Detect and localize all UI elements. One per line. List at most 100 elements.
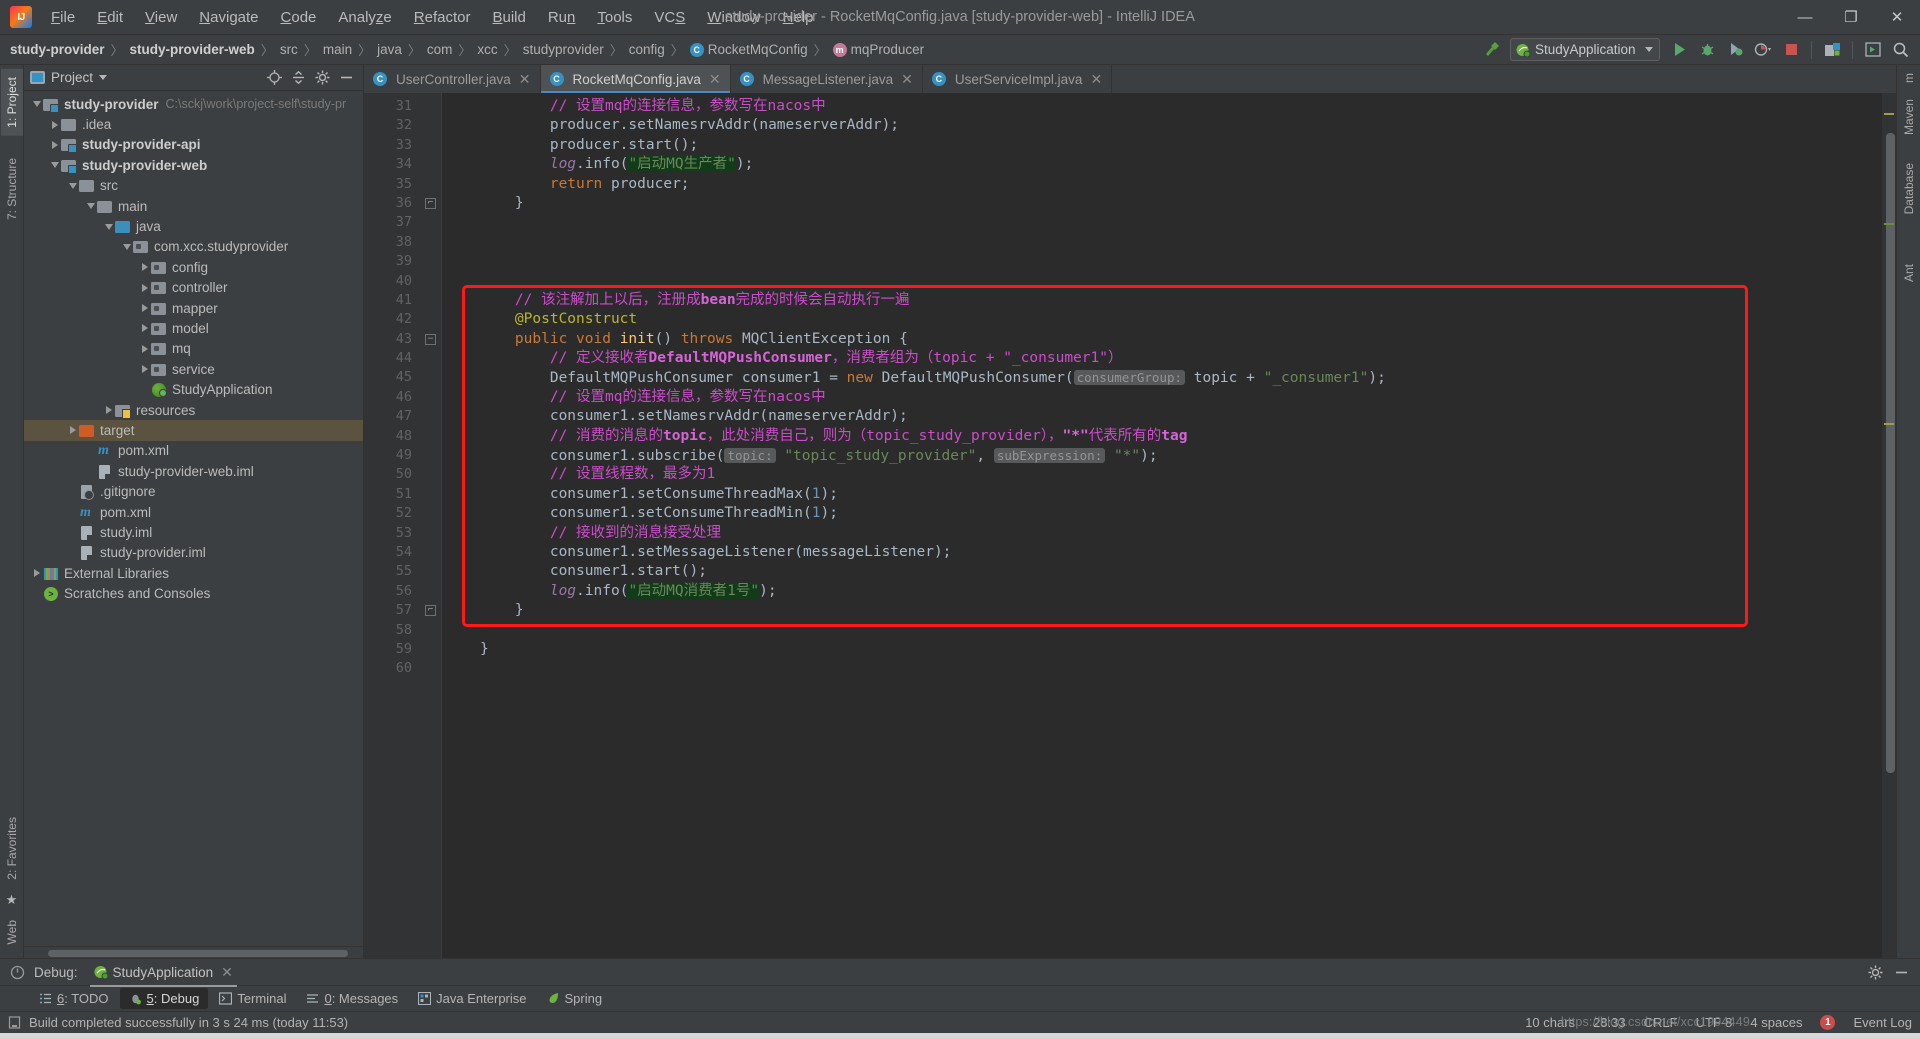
tree-item-mapper[interactable]: mapper [24, 298, 363, 318]
tree-down-arrow-icon[interactable] [66, 182, 79, 189]
code-line-45[interactable]: DefaultMQPushConsumer consumer1 = new De… [442, 368, 1882, 387]
event-log-button[interactable]: Event Log [1853, 1015, 1912, 1030]
code-line-46[interactable]: // 设置mq的连接信息，参数写在nacos中 [442, 388, 1882, 407]
line-number-50[interactable]: 50 [364, 465, 442, 484]
line-number-56[interactable]: 56 [364, 582, 442, 601]
code-fold-icon[interactable]: − [425, 333, 436, 345]
hide-panel-icon[interactable] [335, 67, 357, 89]
tool-button-database[interactable]: Database [1898, 155, 1920, 222]
editor-gutter[interactable]: 31 32 33 34 35 36 ⌐ 37 38 39 40 41 42 43−44 45 46 47 48 49… [364, 93, 442, 958]
code-line-32[interactable]: producer.setNamesrvAddr(nameserverAddr); [442, 116, 1882, 135]
tool-button-maven[interactable]: Maven [1898, 91, 1920, 143]
line-number-49[interactable]: 49 [364, 446, 442, 465]
tool-window-button-java-enterprise[interactable]: Java Enterprise [409, 988, 535, 1009]
tree-item-study-provider[interactable]: study-provider C:\sckj\work\project-self\… [24, 94, 363, 114]
tree-right-arrow-icon[interactable] [138, 324, 151, 333]
tool-window-button-spring[interactable]: Spring [538, 988, 612, 1009]
analysis-marker-column[interactable] [1882, 93, 1896, 958]
line-number-59[interactable]: 59 [364, 640, 442, 659]
tool-window-button-0-messages[interactable]: 0: Messages [297, 988, 407, 1009]
code-line-48[interactable]: // 消费的消息的topic，此处消费自己，则为（topic_study_pro… [442, 427, 1882, 446]
tree-item-resources[interactable]: resources [24, 400, 363, 420]
tree-item-pom-xml[interactable]: m pom.xml [24, 502, 363, 522]
close-icon[interactable]: ✕ [901, 71, 913, 88]
code-line-42[interactable]: @PostConstruct [442, 310, 1882, 329]
code-line-57[interactable]: } [442, 601, 1882, 620]
code-line-59[interactable]: } [442, 640, 1882, 659]
close-button[interactable]: ✕ [1874, 0, 1920, 35]
locate-icon[interactable] [263, 67, 285, 89]
tool-button-project[interactable]: 1: Project [0, 69, 23, 136]
tree-down-arrow-icon[interactable] [84, 203, 97, 210]
tree-item-study-provider-web-iml[interactable]: study-provider-web.iml [24, 461, 363, 481]
menu-item-tools[interactable]: Tools [586, 4, 643, 31]
tree-item-src[interactable]: src [24, 176, 363, 196]
code-fold-icon[interactable]: ⌐ [425, 197, 436, 209]
tree-item-service[interactable]: service [24, 359, 363, 379]
line-number-33[interactable]: 33 [364, 136, 442, 155]
code-line-31[interactable]: // 设置mq的连接信息，参数写在nacos中 [442, 97, 1882, 116]
menu-item-window[interactable]: Window [696, 4, 771, 31]
line-number-53[interactable]: 53 [364, 524, 442, 543]
tree-item-mq[interactable]: mq [24, 339, 363, 359]
code-line-49[interactable]: consumer1.subscribe(topic: "topic_study_… [442, 446, 1882, 465]
editor-tab-messagelistener-java[interactable]: C MessageListener.java ✕ [731, 65, 923, 93]
favorites-star-icon[interactable]: ★ [6, 888, 18, 912]
tree-right-arrow-icon[interactable] [138, 283, 151, 292]
menu-item-help[interactable]: Help [772, 4, 825, 31]
tree-item-target[interactable]: target [24, 420, 363, 441]
tool-button-favorites[interactable]: 2: Favorites [1, 809, 23, 888]
breadcrumb-item-study-provider[interactable]: study-provider [6, 40, 109, 59]
code-line-55[interactable]: consumer1.start(); [442, 562, 1882, 581]
minimize-button[interactable]: — [1782, 0, 1828, 35]
tree-item-pom-xml[interactable]: m pom.xml [24, 441, 363, 461]
profiler-icon[interactable] [1750, 38, 1776, 62]
editor-tab-userserviceimpl-java[interactable]: C UserServiceImpl.java ✕ [923, 65, 1113, 93]
tree-item-controller[interactable]: controller [24, 278, 363, 298]
project-tree-hscrollbar[interactable] [24, 946, 363, 958]
update-project-icon[interactable] [1819, 38, 1845, 62]
code-line-39[interactable] [442, 252, 1882, 271]
tree-item-study-provider-iml[interactable]: study-provider.iml [24, 543, 363, 563]
tree-item-study-provider-web[interactable]: study-provider-web [24, 155, 363, 175]
code-line-50[interactable]: // 设置线程数，最多为1 [442, 465, 1882, 484]
tool-window-button-terminal[interactable]: Terminal [210, 988, 295, 1009]
menu-item-run[interactable]: Run [537, 4, 587, 31]
breadcrumb-item-main[interactable]: main [319, 40, 356, 59]
tree-down-arrow-icon[interactable] [48, 162, 61, 169]
tree-item--gitignore[interactable]: .gitignore [24, 481, 363, 501]
code-line-37[interactable] [442, 213, 1882, 232]
tool-button-maven-m[interactable]: m [1900, 69, 1918, 87]
menu-item-build[interactable]: Build [481, 4, 536, 31]
collapse-all-icon[interactable] [287, 67, 309, 89]
line-number-32[interactable]: 32 [364, 116, 442, 135]
line-number-47[interactable]: 47 [364, 407, 442, 426]
line-number-31[interactable]: 31 [364, 97, 442, 116]
line-number-38[interactable]: 38 [364, 233, 442, 252]
run-icon[interactable] [1666, 38, 1692, 62]
tool-button-ant[interactable]: Ant [1898, 256, 1920, 290]
run-configuration-selector[interactable]: StudyApplication [1510, 38, 1660, 61]
tree-item-external-libraries[interactable]: External Libraries [24, 563, 363, 583]
line-number-40[interactable]: 40 [364, 272, 442, 291]
line-number-55[interactable]: 55 [364, 562, 442, 581]
tree-item-main[interactable]: main [24, 196, 363, 216]
breadcrumb-item-rocketmqconfig[interactable]: C RocketMqConfig [686, 40, 812, 59]
tool-button-web[interactable]: Web [1, 912, 23, 952]
code-line-41[interactable]: // 该注解加上以后，注册成bean完成的时候会自动执行一遍 [442, 291, 1882, 310]
tree-right-arrow-icon[interactable] [48, 120, 61, 129]
tree-down-arrow-icon[interactable] [120, 243, 133, 250]
tree-right-arrow-icon[interactable] [138, 304, 151, 313]
tree-item-study-provider-api[interactable]: study-provider-api [24, 135, 363, 155]
breadcrumb-item-java[interactable]: java [373, 40, 406, 59]
indent-setting[interactable]: 4 spaces [1750, 1015, 1802, 1030]
code-line-44[interactable]: // 定义接收者DefaultMQPushConsumer，消费者组为（topi… [442, 349, 1882, 368]
menu-item-edit[interactable]: Edit [86, 4, 134, 31]
tree-item-config[interactable]: config [24, 257, 363, 277]
settings-gear-icon[interactable] [1864, 961, 1886, 983]
tree-item--idea[interactable]: .idea [24, 114, 363, 134]
debug-session-tab[interactable]: StudyApplication ✕ [86, 960, 241, 987]
close-icon[interactable]: ✕ [221, 964, 233, 981]
tree-right-arrow-icon[interactable] [30, 569, 43, 578]
code-line-52[interactable]: consumer1.setConsumeThreadMin(1); [442, 504, 1882, 523]
